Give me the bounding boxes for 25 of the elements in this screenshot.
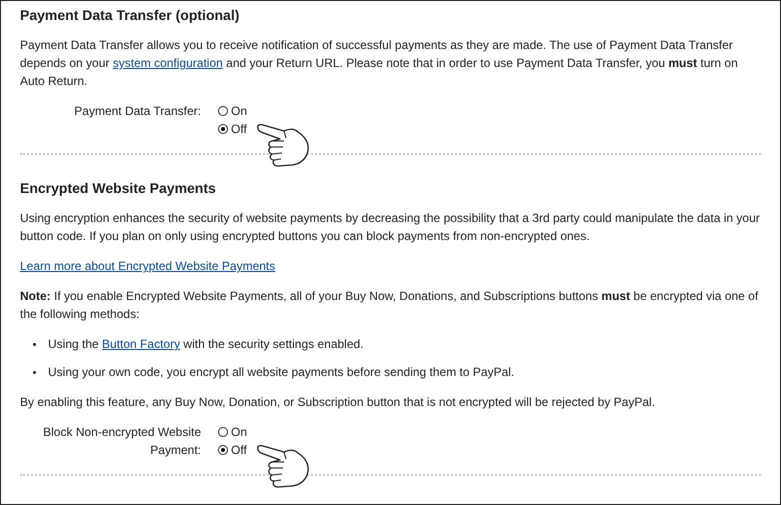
- bullet-icon: [33, 370, 36, 374]
- section-heading: Payment Data Transfer (optional): [20, 6, 240, 24]
- bullet-icon: [33, 342, 36, 346]
- pointing-hand-icon: [256, 122, 312, 168]
- radio-button[interactable]: [218, 106, 228, 116]
- pointing-hand-icon: [256, 443, 312, 489]
- learn-more-link[interactable]: Learn more about Encrypted Website Payments: [20, 259, 276, 273]
- paragraph: Using encryption enhances the security of website payments by decreasing the possibility that a 3rd party could manipulate the data in your button code. If you plan on only using encrypted buttons you can block payments from non-encrypted ones.: [20, 210, 761, 245]
- radio-label[interactable]: Off: [231, 122, 247, 136]
- list-item-text: Using the Button Factory with the security settings enabled.: [48, 336, 364, 353]
- paragraph: Note: If you enable Encrypted Website Payments, all of your Buy Now, Donations, and Subscriptions buttons must be encrypted via one of the following methods:: [20, 288, 760, 323]
- radio-label[interactable]: On: [231, 104, 248, 118]
- radio-label[interactable]: On: [231, 425, 248, 439]
- paragraph: Payment Data Transfer allows you to receive notification of successful payments as they are made. The use of Payment Data Transfer depends on your system configuration and your Return URL. Please note that in order to use Payment Data Transfer, you must turn on Auto Return.: [20, 37, 739, 90]
- inline-link[interactable]: Button Factory: [102, 337, 180, 351]
- section-heading: Encrypted Website Payments: [20, 179, 217, 197]
- list-item-text: Using your own code, you encrypt all website payments before sending them to PayPal.: [48, 364, 514, 381]
- radio-button[interactable]: [218, 124, 228, 134]
- inline-link[interactable]: system configuration: [112, 56, 223, 70]
- radio-button[interactable]: [218, 445, 228, 455]
- setting-label: Payment Data Transfer:: [73, 103, 201, 120]
- paragraph: By enabling this feature, any Buy Now, Donation, or Subscription button that is not encrypted will be rejected by PayPal.: [20, 394, 656, 411]
- radio-label[interactable]: Off: [231, 443, 247, 457]
- radio-button[interactable]: [218, 427, 228, 437]
- setting-label: Block Non-encrypted Website Payment:: [42, 424, 201, 459]
